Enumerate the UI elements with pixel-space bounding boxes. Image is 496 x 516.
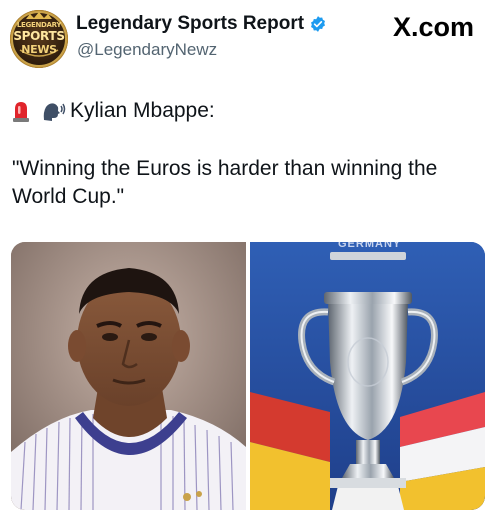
trophy-photo-image <box>250 242 485 510</box>
player-photo-image <box>11 242 246 510</box>
player-photo[interactable] <box>11 242 246 510</box>
name-row: Legendary Sports Report <box>76 13 327 35</box>
display-name[interactable]: Legendary Sports Report <box>76 13 304 35</box>
account-handle[interactable]: @LegendaryNewz <box>77 40 217 60</box>
avatar-text-line-3: NEWS <box>21 43 57 56</box>
avatar-text-line-2: SPORTS <box>13 29 65 43</box>
tweet-quote: "Winning the Euros is harder than winnin… <box>12 157 438 208</box>
photo-caption-germany: GERMANY <box>338 242 402 250</box>
speaker-name: Kylian Mbappe: <box>70 99 215 122</box>
trophy-photo[interactable]: GERMANY <box>250 242 485 510</box>
avatar[interactable]: LEGENDARY SPORTS NEWS <box>10 10 68 68</box>
avatar-text-line-1: LEGENDARY <box>16 21 62 29</box>
verified-badge-icon <box>311 16 326 32</box>
tweet-media[interactable]: GERMANY <box>11 242 485 510</box>
tweet-speaker-line: Kylian Mbappe: <box>12 97 215 125</box>
speaking-head-icon <box>43 103 66 121</box>
siren-icon <box>13 102 29 122</box>
brand-watermark: X.com <box>392 12 474 42</box>
tweet-header: LEGENDARY SPORTS NEWS Legendary Sports R… <box>0 0 496 70</box>
